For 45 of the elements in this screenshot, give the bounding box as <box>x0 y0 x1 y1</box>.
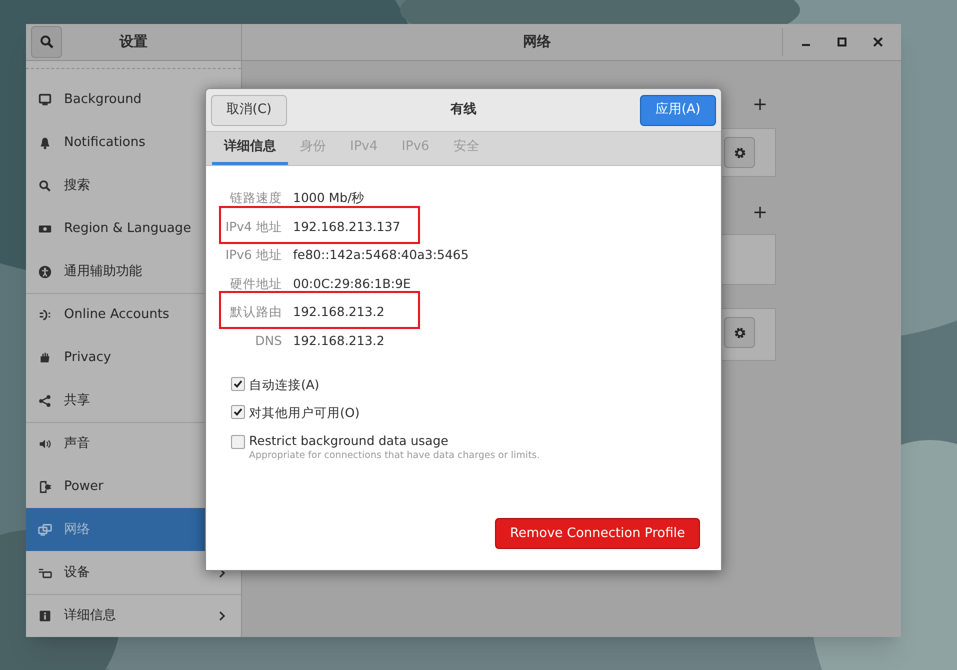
panel-title: 网络 <box>522 32 552 52</box>
settings-button[interactable] <box>724 137 755 168</box>
remove-connection-button[interactable]: Remove Connection Profile <box>495 518 700 549</box>
checkbox-label: 自动连接(A) <box>249 376 320 393</box>
tab[interactable]: 详细信息 <box>212 132 288 165</box>
detail-label: DNS <box>254 332 282 350</box>
detail-label: 硬件地址 <box>229 274 282 293</box>
power-plug-icon <box>38 480 52 494</box>
monitor-icon <box>38 92 52 106</box>
detail-value: 192.168.213.137 <box>293 218 400 236</box>
detail-label: 链路速度 <box>229 188 282 207</box>
checkbox[interactable] <box>231 434 245 449</box>
detail-value: 192.168.213.2 <box>293 332 384 350</box>
search-button[interactable] <box>31 26 62 58</box>
checkbox-label: 对其他用户可用(O) <box>249 404 360 421</box>
detail-label: IPv6 地址 <box>224 246 282 264</box>
dialog-title: 有线 <box>449 101 478 120</box>
apply-button[interactable]: 应用(A) <box>640 94 716 126</box>
plug-icon <box>38 308 52 322</box>
speaker-icon <box>38 437 52 451</box>
checkbox-description: Appropriate for connections that have data charges or limits. <box>249 448 540 463</box>
checkbox[interactable] <box>231 376 245 391</box>
settings-icon <box>732 146 746 160</box>
settings-icon <box>732 326 746 340</box>
detail-value: 00:0C:29:86:1B:9E <box>293 274 411 293</box>
checkbox[interactable] <box>231 404 245 419</box>
add-button[interactable]: + <box>748 93 772 117</box>
share-icon <box>38 394 52 408</box>
detail-value: 1000 Mb/秒 <box>293 188 365 207</box>
detail-value: fe80::142a:5468:40a3:5465 <box>293 246 469 264</box>
bell-icon <box>38 136 52 150</box>
accessibility-icon <box>38 264 52 278</box>
checkbox-label: Restrict background data usage <box>249 432 450 449</box>
settings-button[interactable] <box>724 317 755 348</box>
add-button[interactable]: + <box>748 201 772 225</box>
detail-label: IPv4 地址 <box>224 218 282 236</box>
sidebar-item[interactable]: 详细信息 <box>26 594 241 637</box>
cancel-button[interactable]: 取消(C) <box>211 94 287 126</box>
window-title: 设置 <box>118 32 148 52</box>
search-icon <box>38 178 52 192</box>
search-icon <box>40 35 54 49</box>
detail-value: 192.168.213.2 <box>293 303 384 322</box>
hand-icon <box>38 350 52 364</box>
computers-icon <box>38 522 52 536</box>
info-icon <box>38 609 52 623</box>
